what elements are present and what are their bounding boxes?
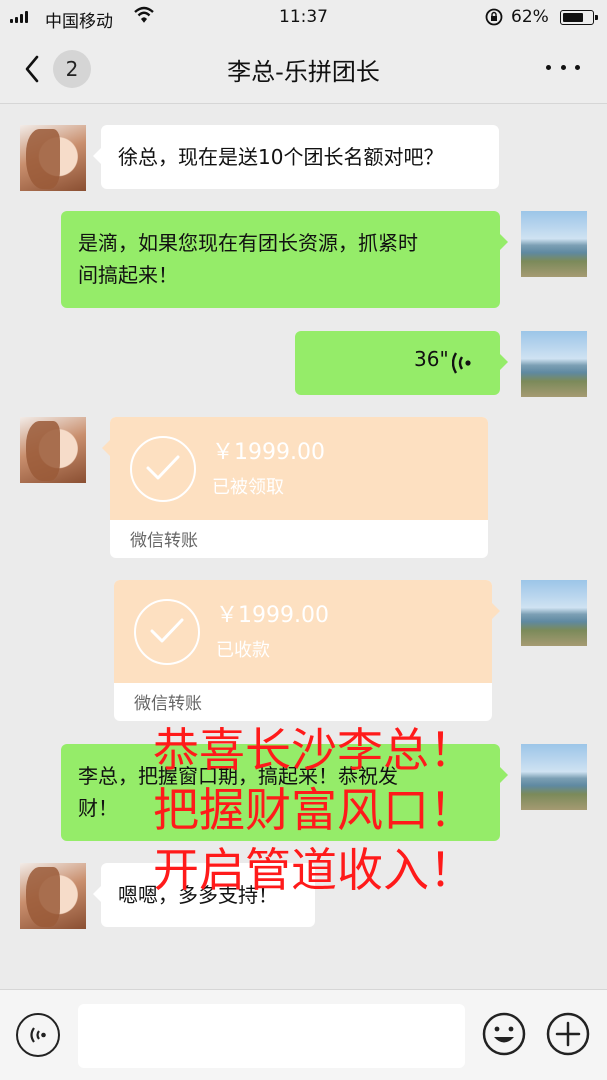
overlay-line: 恭喜长沙李总！ [153,723,475,777]
overlay-line: 开启管道收入！ [153,843,475,897]
emoji-icon [482,1012,526,1056]
transfer-amount: ￥1999.00 [216,603,329,628]
more-dots-icon [546,64,551,70]
my-avatar[interactable] [521,744,587,810]
my-avatar[interactable] [521,331,587,397]
voice-input-icon [30,1027,46,1043]
check-circle-icon [134,599,200,665]
message-input[interactable] [78,1004,465,1068]
transfer-status: 已收款 [216,640,270,661]
input-bar [0,989,607,1080]
contact-avatar[interactable] [20,863,86,929]
received-message-bubble[interactable]: 徐总，现在是送10个团长名额对吧？ [93,125,499,189]
more-actions-button[interactable] [546,1012,590,1056]
overlay-line: 把握财富风口！ [153,783,475,837]
my-avatar[interactable] [521,211,587,277]
emoji-button[interactable] [482,1012,526,1056]
transfer-card[interactable]: ￥1999.00 已被领取 微信转账 [102,417,488,558]
check-circle-icon [130,436,196,502]
transfer-label: 微信转账 [130,531,198,551]
promo-overlay-text: 恭喜长沙李总！ 把握财富风口！ 开启管道收入！ [153,720,475,900]
voice-message-bubble[interactable]: 36" [295,331,508,395]
chat-header: 2 李总-乐拼团长 [0,34,607,104]
sent-message-bubble[interactable]: 是滴，如果您现在有团长资源，抓紧时 间搞起来！ [61,211,508,308]
voice-input-button[interactable] [16,1013,60,1057]
status-bar: 中国移动 11:37 62% [0,0,607,34]
message-text-line: 间搞起来！ [78,263,178,287]
transfer-label: 微信转账 [134,694,202,714]
voice-duration: 36" [414,347,449,371]
message-text: 徐总，现在是送10个团长名额对吧？ [118,145,444,169]
contact-avatar[interactable] [20,417,86,483]
transfer-amount: ￥1999.00 [212,440,325,465]
my-avatar[interactable] [521,580,587,646]
voice-wave-icon [452,352,471,374]
page-title: 李总-乐拼团长 [227,58,380,86]
battery-icon [560,10,598,25]
battery-percent: 62% [511,7,549,27]
contact-avatar[interactable] [20,125,86,191]
transfer-card[interactable]: ￥1999.00 已收款 微信转账 [114,580,500,721]
rotation-lock-icon [484,7,504,32]
more-button[interactable] [540,52,586,82]
plus-icon [546,1012,590,1056]
message-text-line: 是滴，如果您现在有团长资源，抓紧时 [78,231,418,255]
transfer-status: 已被领取 [212,477,284,498]
